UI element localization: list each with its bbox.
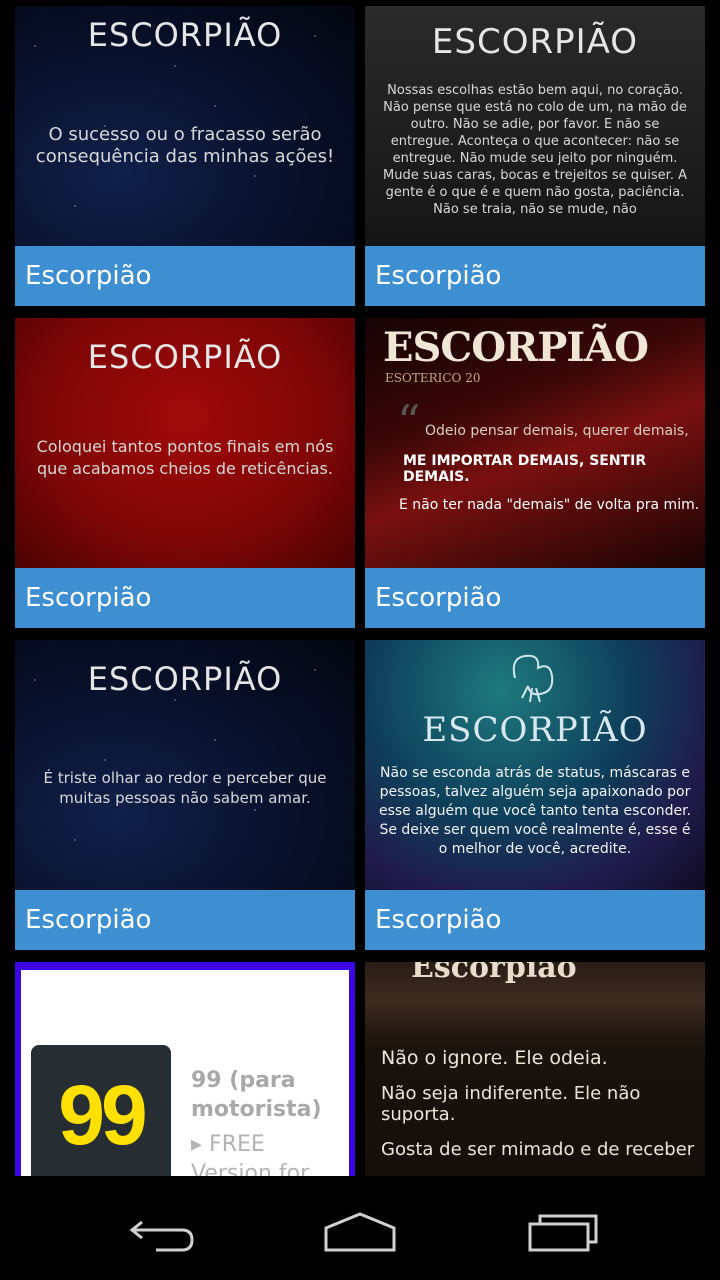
quote-mark-icon: “ <box>397 395 421 449</box>
ad-content[interactable]: 99 99 (para motorista) ▸ FREE Version fo… <box>21 970 349 1176</box>
card-image-quote: Nossas escolhas estão bem aqui, no coraç… <box>383 83 687 217</box>
card-image-quote: Não se esconda atrás de status, máscaras… <box>378 765 692 857</box>
card-image-text-line: Gosta de ser mimado e de receber <box>381 1139 695 1160</box>
card-image-quote: Coloquei tantos pontos finais em nós que… <box>36 437 334 478</box>
card-image-quote-line: ME IMPORTAR DEMAIS, SENTIR DEMAIS. <box>403 453 647 485</box>
scorpion-icon <box>512 654 554 703</box>
card-image-text-line: Não o ignore. Ele odeia. <box>381 1047 608 1069</box>
card-image-subheading: ESOTERICO 20 <box>385 371 481 385</box>
card-image-heading: ESCORPIÃO <box>431 22 639 62</box>
grid-card[interactable]: ESCORPIÃO Nossas escolhas estão bem aqui… <box>365 6 705 306</box>
card-image: ESCORPIÃO É triste olhar ao redor e perc… <box>15 640 355 890</box>
ad-banner[interactable]: 99 99 (para motorista) ▸ FREE Version fo… <box>15 962 355 1176</box>
card-image: ESCORPIÃO Nossas escolhas estão bem aqui… <box>365 6 705 246</box>
grid-card[interactable]: ESCORPIÃO ESOTERICO 20 “ Odeio pensar de… <box>365 318 705 628</box>
recents-button[interactable] <box>524 1204 604 1254</box>
card-image-heading: ESCORPIÃO <box>87 660 283 698</box>
card-image: ESCORPIÃO Coloquei tantos pontos finais … <box>15 318 355 568</box>
card-image: Escorpião Não o ignore. Ele odeia. Não s… <box>365 962 705 1176</box>
home-icon <box>324 1212 396 1252</box>
card-label: Escorpião <box>15 246 355 306</box>
back-icon <box>129 1220 194 1252</box>
card-label: Escorpião <box>15 890 355 950</box>
card-image-quote: É triste olhar ao redor e perceber que m… <box>43 769 327 807</box>
grid-card[interactable]: ESCORPIÃO O sucesso ou o fracasso serão … <box>15 6 355 306</box>
grid-card[interactable]: ESCORPIÃO Coloquei tantos pontos finais … <box>15 318 355 628</box>
home-button[interactable] <box>320 1204 400 1254</box>
ad-subtitle: ▸ FREE Version for <box>191 1132 310 1176</box>
grid-card[interactable]: Escorpião Não o ignore. Ele odeia. Não s… <box>365 962 705 1176</box>
card-image: ESCORPIÃO Não se esconda atrás de status… <box>365 640 705 890</box>
grid-card[interactable]: ESCORPIÃO É triste olhar ao redor e perc… <box>15 640 355 950</box>
card-image: ESCORPIÃO ESOTERICO 20 “ Odeio pensar de… <box>365 318 705 568</box>
card-image-quote: O sucesso ou o fracasso serão consequênc… <box>35 124 335 167</box>
card-image-text-line: Não seja indiferente. Ele não suporta. <box>381 1083 641 1125</box>
back-button[interactable] <box>120 1204 200 1254</box>
card-image-quote-line: Odeio pensar demais, querer demais, <box>425 423 689 439</box>
card-image: ESCORPIÃO O sucesso ou o fracasso serão … <box>15 6 355 246</box>
card-label: Escorpião <box>365 246 705 306</box>
card-image-heading: ESCORPIÃO <box>383 324 649 371</box>
card-image-heading: ESCORPIÃO <box>422 710 648 750</box>
card-image-heading: ESCORPIÃO <box>87 16 283 54</box>
image-grid: ESCORPIÃO O sucesso ou o fracasso serão … <box>0 0 720 1176</box>
card-label: Escorpião <box>15 568 355 628</box>
app-icon[interactable]: 99 <box>31 1045 171 1176</box>
card-image-heading: Escorpião <box>411 962 577 985</box>
recents-icon <box>528 1214 598 1252</box>
card-label: Escorpião <box>365 568 705 628</box>
card-image-quote-line: E não ter nada "demais" de volta pra mim… <box>399 497 700 513</box>
grid-card[interactable]: ESCORPIÃO Não se esconda atrás de status… <box>365 640 705 950</box>
card-image-heading: ESCORPIÃO <box>87 338 283 376</box>
navigation-bar <box>0 1176 720 1280</box>
ad-title[interactable]: 99 (para motorista) <box>191 1066 351 1124</box>
card-label: Escorpião <box>365 890 705 950</box>
